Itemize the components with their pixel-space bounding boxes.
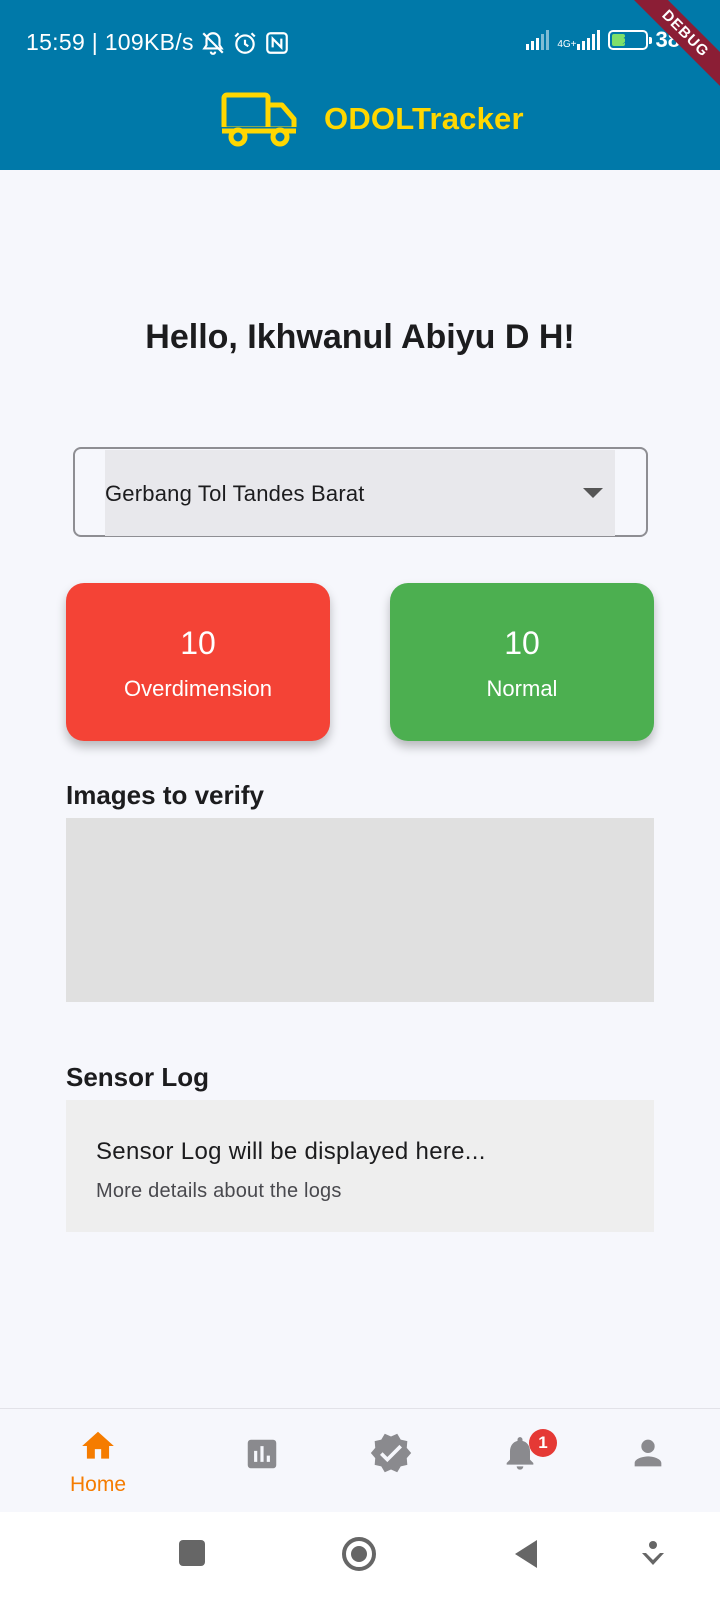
bell-off-icon [202, 31, 224, 55]
sensor-log-subtext: More details about the logs [96, 1180, 342, 1202]
notification-badge: 1 [529, 1429, 557, 1457]
sensor-log-text: Sensor Log will be displayed here... [96, 1138, 486, 1165]
alarm-icon [234, 31, 256, 54]
status-time-speed: 15:59 | 109KB/s [26, 29, 194, 55]
normal-card[interactable]: 10 Normal [390, 583, 654, 741]
signal-icon-2 [576, 30, 600, 50]
person-icon [634, 1439, 662, 1467]
images-to-verify-area[interactable] [66, 818, 654, 1002]
images-section-title: Images to verify [66, 780, 264, 810]
normal-label: Normal [486, 676, 558, 701]
network-indicator: 4G+ [557, 30, 600, 50]
bottom-navigation: Home 1 [0, 1408, 720, 1512]
assist-icon[interactable] [640, 1539, 666, 1569]
overdimension-label: Overdimension [124, 676, 272, 701]
home-button-icon[interactable] [341, 1536, 377, 1572]
charging-icon: ⚡ [621, 31, 633, 48]
nav-notifications[interactable]: 1 [465, 1409, 575, 1513]
verified-icon [370, 1433, 412, 1473]
recents-icon[interactable] [178, 1539, 206, 1567]
status-right: 4G+ ⚡ 38 [526, 27, 680, 53]
brand: ODOLTracker [220, 88, 524, 150]
overdimension-count: 10 [180, 625, 216, 661]
dropdown-selected-value: Gerbang Tol Tandes Barat [105, 481, 365, 506]
network-type: 4G+ [557, 39, 577, 50]
greeting-heading: Hello, Ikhwanul Abiyu D H! [145, 318, 575, 356]
nav-stats[interactable] [207, 1409, 317, 1513]
dropdown-arrow-icon[interactable] [583, 488, 603, 498]
system-navigation-bar [0, 1512, 720, 1600]
back-icon[interactable] [513, 1539, 539, 1569]
nav-home[interactable]: Home [43, 1409, 153, 1513]
app-bar: 15:59 | 109KB/s 4G+ ⚡ 38 DEBUG ODOLTrack… [0, 0, 720, 170]
status-left: 15:59 | 109KB/s [26, 29, 290, 56]
truck-icon [220, 92, 298, 147]
nav-profile[interactable] [593, 1409, 703, 1513]
nav-home-label: Home [69, 1473, 127, 1496]
dropdown-field[interactable]: Gerbang Tol Tandes Barat [105, 450, 615, 536]
overdimension-card[interactable]: 10 Overdimension [66, 583, 330, 741]
app-title: ODOLTracker [324, 101, 524, 136]
signal-icon [526, 30, 550, 50]
nfc-icon [265, 31, 288, 54]
home-icon [82, 1431, 114, 1459]
sensor-log-box: Sensor Log will be displayed here... Mor… [66, 1100, 654, 1232]
nav-verify[interactable] [336, 1409, 446, 1513]
location-dropdown[interactable]: Gerbang Tol Tandes Barat [73, 447, 648, 537]
normal-count: 10 [504, 625, 540, 661]
sensor-log-title: Sensor Log [66, 1062, 210, 1092]
bar-chart-icon [247, 1439, 277, 1469]
battery-icon: ⚡ [607, 30, 652, 50]
status-bar: 15:59 | 109KB/s 4G+ ⚡ 38 [0, 0, 720, 88]
